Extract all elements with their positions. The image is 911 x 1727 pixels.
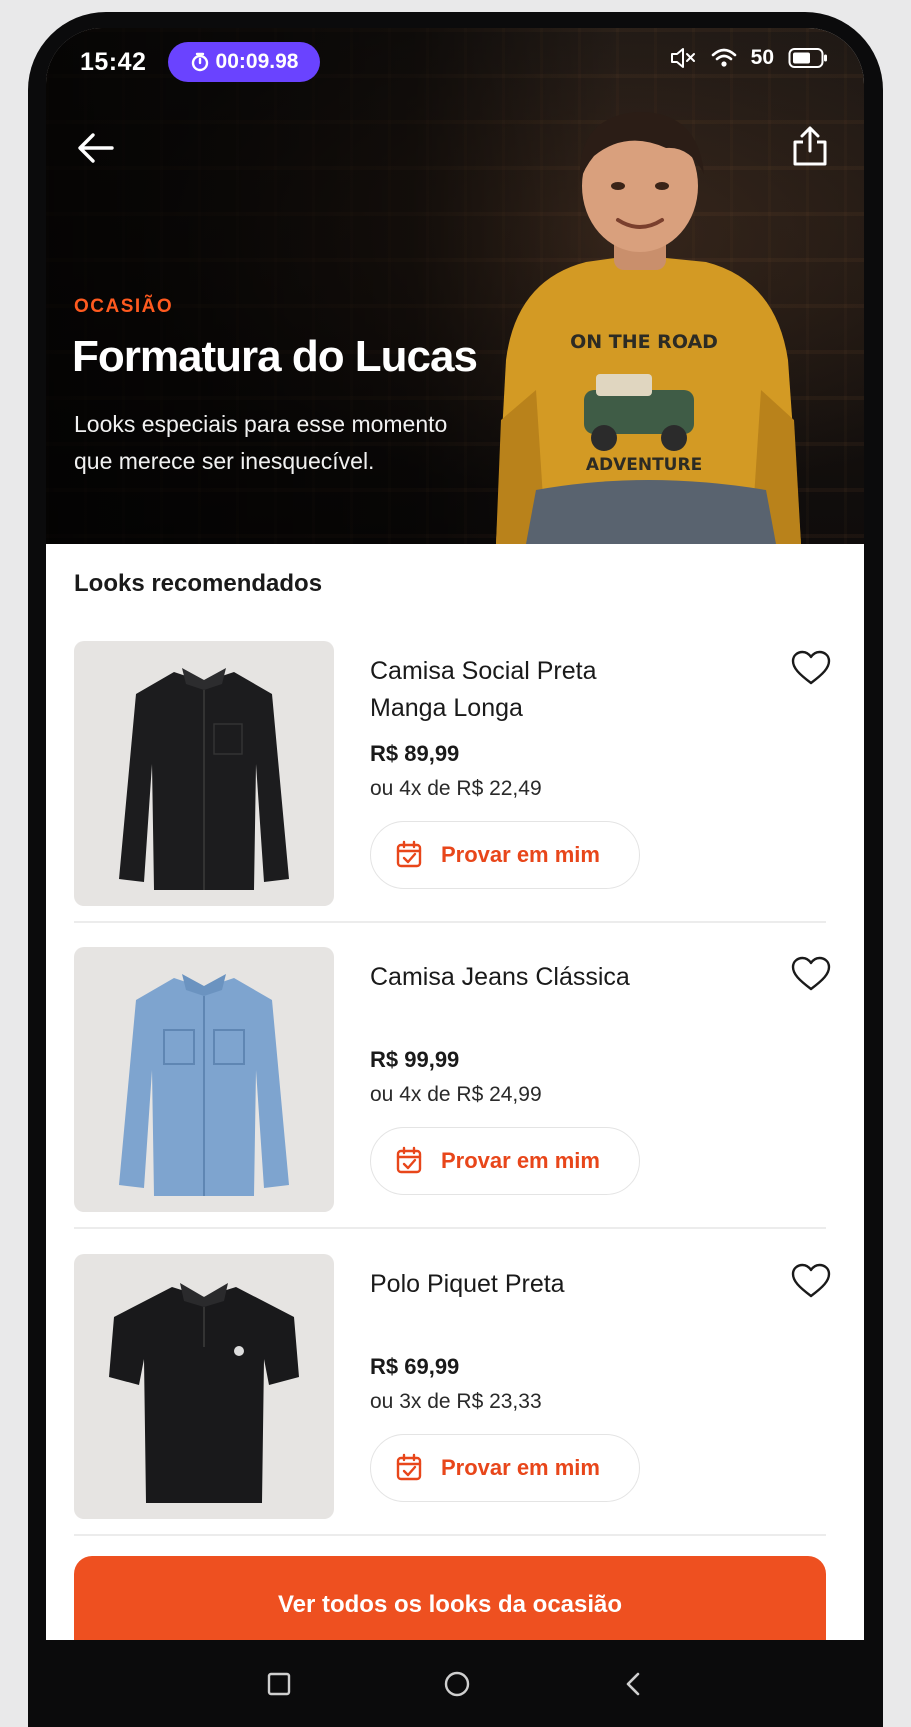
- recents-icon[interactable]: [266, 1671, 292, 1697]
- try-on-button[interactable]: Provar em mim: [370, 1434, 640, 1502]
- heart-icon: [791, 956, 831, 991]
- product-card[interactable]: Camisa Social Preta Manga Longa R$ 89,99…: [74, 641, 834, 906]
- try-on-label: Provar em mim: [441, 1455, 600, 1480]
- battery-level: 50: [750, 46, 774, 69]
- system-nav-bar: [46, 1640, 864, 1727]
- product-name[interactable]: Camisa Social Preta Manga Longa: [370, 653, 670, 727]
- recording-timer[interactable]: 00:09.98: [168, 42, 320, 82]
- heart-icon: [791, 1263, 831, 1298]
- share-button[interactable]: [782, 118, 838, 174]
- divider: [74, 921, 826, 923]
- product-name[interactable]: Polo Piquet Preta: [370, 1266, 670, 1303]
- favorite-button[interactable]: [788, 645, 834, 691]
- battery-icon: [788, 48, 827, 68]
- heart-icon: [791, 650, 831, 685]
- product-price: R$ 99,99: [370, 1047, 460, 1072]
- arrow-left-icon: [78, 133, 114, 163]
- divider: [74, 1534, 826, 1536]
- product-image[interactable]: [74, 947, 334, 1212]
- product-installments: ou 4x de R$ 24,99: [370, 1083, 542, 1106]
- try-on-label: Provar em mim: [441, 1148, 600, 1173]
- section-title: Looks recomendados: [74, 570, 323, 597]
- try-on-icon: [396, 1453, 422, 1481]
- stopwatch-icon: [191, 52, 208, 72]
- product-price: R$ 89,99: [370, 741, 460, 766]
- black-shirt-image: [119, 667, 289, 890]
- back-nav-icon[interactable]: [622, 1671, 644, 1697]
- share-icon: [793, 126, 827, 166]
- try-on-icon: [396, 840, 422, 868]
- timer-value: 00:09.98: [215, 50, 299, 73]
- back-button[interactable]: [68, 120, 124, 176]
- shirt-text-top: ON THE ROAD: [570, 331, 718, 353]
- hero-banner: ON THE ROAD ADVENTURE 15:42 00:09.98 50 …: [46, 28, 864, 544]
- denim-shirt-image: [119, 973, 289, 1196]
- product-image[interactable]: [74, 641, 334, 906]
- try-on-label: Provar em mim: [441, 842, 600, 867]
- screen: ON THE ROAD ADVENTURE 15:42 00:09.98 50 …: [46, 28, 864, 1727]
- product-installments: ou 4x de R$ 22,49: [370, 777, 542, 800]
- page-subtitle: Looks especiais para esse momento que me…: [74, 411, 448, 474]
- product-card[interactable]: Polo Piquet Preta R$ 69,99 ou 3x de R$ 2…: [74, 1254, 834, 1519]
- product-installments: ou 3x de R$ 23,33: [370, 1390, 542, 1413]
- shirt-text-bottom: ADVENTURE: [586, 455, 702, 475]
- boy-photo: ON THE ROAD ADVENTURE: [496, 111, 801, 544]
- product-price: R$ 69,99: [370, 1354, 460, 1379]
- divider: [74, 1227, 826, 1229]
- try-on-button[interactable]: Provar em mim: [370, 821, 640, 889]
- status-bar: 15:42 00:09.98 50: [46, 28, 864, 88]
- product-card[interactable]: Camisa Jeans Clássica R$ 99,99 ou 4x de …: [74, 947, 834, 1212]
- polo-shirt-image: [109, 1282, 299, 1503]
- wifi-icon: [711, 48, 736, 67]
- favorite-button[interactable]: [788, 1258, 834, 1304]
- favorite-button[interactable]: [788, 951, 834, 997]
- mute-icon: [670, 48, 695, 68]
- occasion-label: OCASIÃO: [74, 296, 174, 317]
- try-on-button[interactable]: Provar em mim: [370, 1127, 640, 1195]
- product-name[interactable]: Camisa Jeans Clássica: [370, 959, 670, 996]
- status-time: 15:42: [80, 48, 147, 76]
- status-icons: 50: [669, 46, 828, 70]
- page-title: Formatura do Lucas: [72, 332, 478, 381]
- try-on-icon: [396, 1146, 422, 1174]
- home-icon[interactable]: [442, 1669, 472, 1699]
- product-image[interactable]: [74, 1254, 334, 1519]
